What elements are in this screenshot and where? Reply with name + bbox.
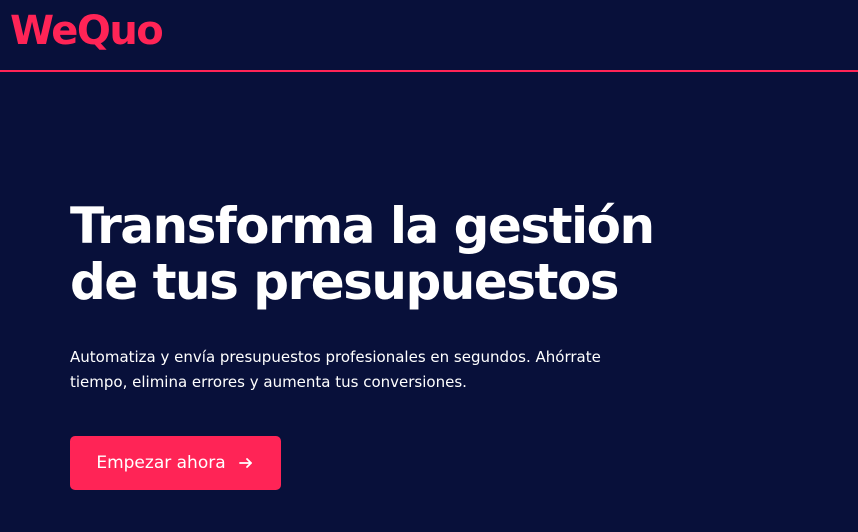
arrow-right-icon [237, 454, 255, 472]
hero-title-line-2: de tus presupuestos [70, 253, 620, 311]
landing-page: WeQuo Transforma la gestión de tus presu… [0, 0, 858, 532]
start-now-label: Empezar ahora [96, 453, 226, 473]
hero-title-line-1: Transforma la gestión [70, 197, 655, 255]
hero-subtitle: Automatiza y envía presupuestos profesio… [70, 345, 630, 395]
hero-subtitle-line-1: Automatiza y envía presupuestos profesio… [70, 348, 601, 366]
hero-subtitle-line-2: tiempo, elimina errores y aumenta tus co… [70, 373, 467, 391]
hero-title: Transforma la gestión de tus presupuesto… [70, 198, 710, 310]
site-header: WeQuo [0, 0, 858, 72]
brand-logo[interactable]: WeQuo [10, 4, 164, 58]
start-now-button[interactable]: Empezar ahora [70, 436, 281, 490]
